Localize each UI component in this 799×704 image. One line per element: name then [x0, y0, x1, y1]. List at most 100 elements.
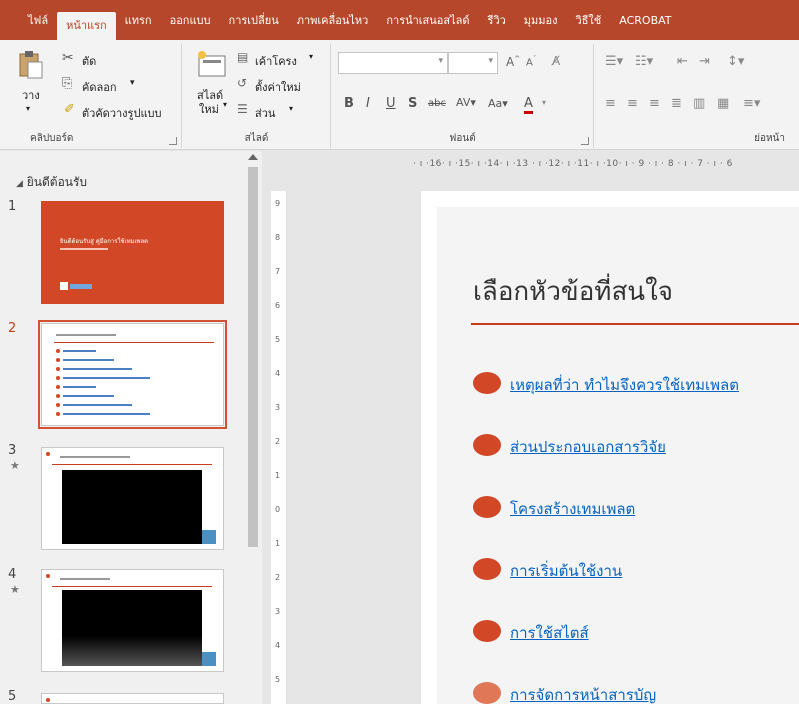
- change-case-icon[interactable]: Aa▾: [488, 97, 508, 110]
- tab-transitions[interactable]: การเปลี่ยน: [220, 6, 288, 36]
- slide-thumbnail-4[interactable]: [41, 569, 224, 672]
- title-underline-rule: [471, 323, 799, 325]
- collapse-triangle-icon: ◢: [16, 179, 23, 189]
- align-left-icon[interactable]: ≡: [605, 96, 616, 111]
- topic-link[interactable]: เหตุผลที่ว่า ทำไมจึงควรใช้เทมเพลต: [510, 373, 739, 397]
- shadow-icon[interactable]: S: [408, 96, 417, 111]
- thumb-subtitle-line: [60, 248, 108, 250]
- shrink-font-icon[interactable]: Aˇ: [526, 55, 536, 68]
- reset-label: ตั้งค่าใหม่: [255, 81, 301, 94]
- slide-editing-area: · ı ·16· ı ·15· ı ·14· ı ·13 · ı ·12· ı …: [263, 151, 799, 704]
- chevron-down-icon: ▾: [438, 56, 443, 66]
- numbering-icon[interactable]: ☷▾: [635, 54, 653, 69]
- cut-button[interactable]: ✂ ตัด: [58, 50, 138, 70]
- char-spacing-icon[interactable]: AV▾: [456, 96, 476, 109]
- slide-thumbnail-3[interactable]: [41, 447, 224, 550]
- slide-title[interactable]: เลือกหัวข้อที่สนใจ: [473, 271, 673, 312]
- thumb-title: ยินดีต้อนรับสู่ คู่มือการใช้เทมเพลต: [60, 238, 149, 245]
- decrease-indent-icon[interactable]: ⇤: [677, 54, 688, 69]
- tab-acrobat[interactable]: ACROBAT: [610, 6, 680, 36]
- thumbnail-scrollbar[interactable]: [244, 151, 262, 704]
- tab-design[interactable]: ออกแบบ: [161, 6, 220, 36]
- grow-font-icon[interactable]: A^: [506, 55, 520, 69]
- reset-button[interactable]: ↺ ตั้งค่าใหม่: [237, 76, 327, 96]
- thumb-red-dot: [46, 452, 50, 456]
- align-right-icon[interactable]: ≡: [649, 96, 660, 111]
- slide-thumbnail-5[interactable]: [41, 693, 224, 704]
- thumb-rule: [54, 342, 214, 343]
- font-name-dropdown[interactable]: ▾: [338, 52, 448, 74]
- thumb-bullet-dot: [56, 376, 60, 380]
- font-color-icon[interactable]: A: [524, 96, 533, 114]
- increase-indent-icon[interactable]: ⇥: [699, 54, 710, 69]
- format-painter-button[interactable]: ✐ ตัวคัดวางรูปแบบ: [58, 102, 178, 122]
- ruler-tick-label: 3: [275, 403, 281, 412]
- section-header[interactable]: ◢ ยินดีต้อนรับ: [16, 173, 87, 192]
- thumb-link-row: [56, 385, 96, 389]
- thumb-video: [62, 470, 202, 544]
- tab-home[interactable]: หน้าแรก: [57, 12, 116, 40]
- align-center-icon[interactable]: ≡: [627, 96, 638, 111]
- topic-link[interactable]: การใช้สไตส์: [510, 621, 589, 645]
- font-size-dropdown[interactable]: ▾: [448, 52, 498, 74]
- animation-star-icon: ★: [10, 459, 20, 472]
- thumb-link-row: [56, 412, 150, 416]
- text-direction-icon[interactable]: ▦: [717, 96, 729, 111]
- chevron-down-icon: ▾: [26, 104, 31, 113]
- ruler-tick-label: 1: [275, 539, 281, 548]
- paragraph-group: ☰▾ ☷▾ ⇤ ⇥ ↕▾ ≡ ≡ ≡ ≣ ▥ ▦ ≡▾ ย่อหน้า: [595, 44, 799, 148]
- layout-button[interactable]: ▤ เค้าโครง ▾: [237, 50, 327, 70]
- line-spacing-icon[interactable]: ↕▾: [727, 54, 744, 69]
- animation-star-icon: ★: [10, 583, 20, 596]
- underline-icon[interactable]: U: [386, 96, 396, 111]
- slides-group: สไลด์ ใหม่ ▾ ▤ เค้าโครง ▾ ↺ ตั้งค่าใหม่ …: [183, 44, 331, 148]
- tab-review[interactable]: รีวิว: [479, 6, 515, 36]
- scissors-icon: ✂: [62, 50, 74, 66]
- strikethrough-icon[interactable]: abc: [428, 98, 446, 109]
- section-button[interactable]: ☰ ส่วน ▾: [237, 102, 327, 122]
- scroll-up-icon[interactable]: [248, 154, 258, 160]
- thumb-rule: [52, 464, 212, 465]
- topic-link[interactable]: ส่วนประกอบเอกสารวิจัย: [510, 435, 666, 459]
- brush-icon: ✐: [64, 102, 75, 117]
- section-icon: ☰: [237, 102, 248, 116]
- ruler-tick-label: 2: [275, 437, 281, 446]
- bullet-dot: [473, 372, 503, 394]
- ruler-tick-label: 5: [275, 335, 281, 344]
- columns-icon[interactable]: ▥: [693, 96, 705, 111]
- tab-slideshow[interactable]: การนำเสนอสไลด์: [377, 6, 478, 36]
- bold-icon[interactable]: B: [344, 96, 354, 111]
- clear-format-icon[interactable]: A̸: [552, 54, 560, 68]
- new-slide-button[interactable]: สไลด์ ใหม่ ▾: [189, 48, 233, 128]
- section-label: ส่วน: [255, 107, 276, 120]
- paste-button[interactable]: วาง ▾: [10, 48, 50, 126]
- new-slide-label-2: ใหม่: [199, 103, 219, 116]
- slide-number: 3: [8, 443, 17, 458]
- thumb-link-row: [56, 358, 114, 362]
- thumb-link-row: [56, 403, 132, 407]
- tab-file[interactable]: ไฟล์: [8, 6, 57, 36]
- scrollbar-thumb[interactable]: [248, 167, 258, 547]
- topic-link[interactable]: โครงสร้างเทมเพลต: [510, 497, 635, 521]
- align-text-icon[interactable]: ≡▾: [743, 96, 760, 111]
- thumb-link-row: [56, 349, 96, 353]
- justify-icon[interactable]: ≣: [671, 96, 682, 111]
- bullet-dot: [473, 620, 503, 642]
- video-icon: [202, 530, 216, 544]
- copy-button[interactable]: ⎘ คัดลอก ▾: [58, 76, 158, 96]
- font-launcher[interactable]: [581, 137, 589, 145]
- bullets-icon[interactable]: ☰▾: [605, 54, 623, 69]
- ruler-tick-label: 6: [275, 301, 281, 310]
- tab-help[interactable]: วิธีใช้: [567, 6, 611, 36]
- thumb-red-dot: [46, 698, 50, 702]
- clipboard-launcher[interactable]: [169, 137, 177, 145]
- tab-insert[interactable]: แทรก: [116, 6, 161, 36]
- topic-link[interactable]: การจัดการหน้าสารบัญ: [510, 683, 656, 704]
- slide-thumbnail-2[interactable]: [38, 320, 227, 429]
- tab-view[interactable]: มุมมอง: [515, 6, 567, 36]
- italic-icon[interactable]: I: [366, 96, 370, 111]
- thumb-link-line: [63, 359, 114, 361]
- slide-thumbnail-1[interactable]: ยินดีต้อนรับสู่ คู่มือการใช้เทมเพลต: [41, 201, 224, 304]
- topic-link[interactable]: การเริ่มต้นใช้งาน: [510, 559, 622, 583]
- tab-animations[interactable]: ภาพเคลื่อนไหว: [288, 6, 378, 36]
